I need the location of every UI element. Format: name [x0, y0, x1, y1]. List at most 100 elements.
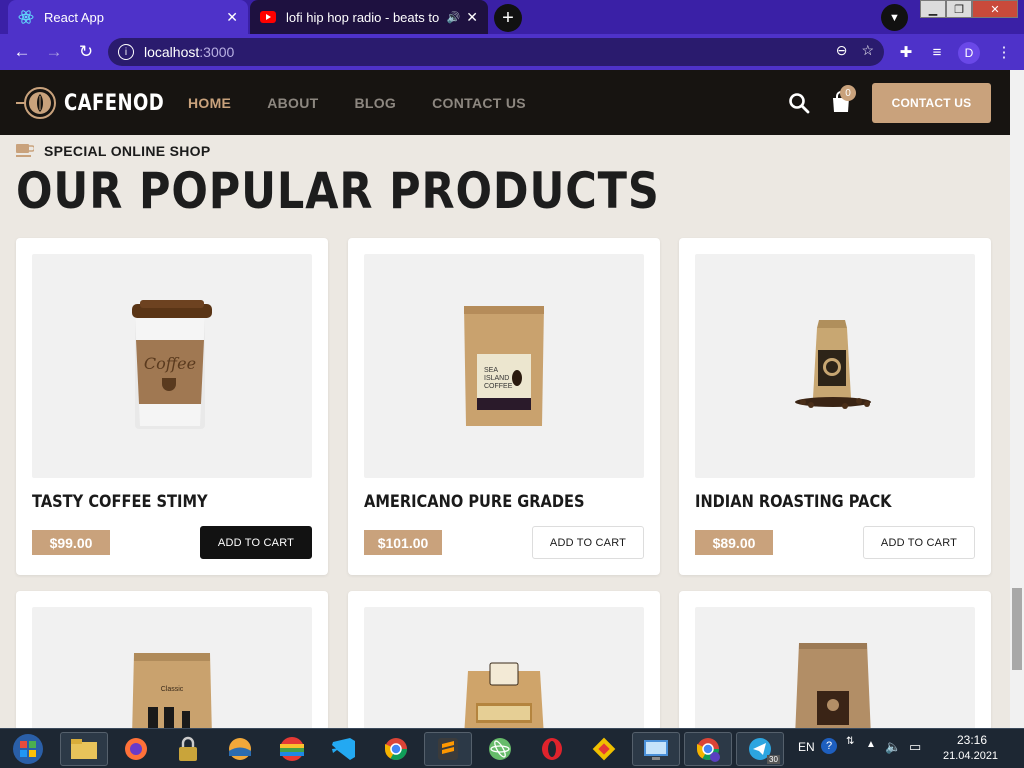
zoom-icon[interactable]: ⊖: [836, 42, 848, 59]
product-card[interactable]: SEA ISLAND COFFEE AMERICANO PURE GRADES …: [348, 238, 660, 575]
arabica-bag-image: [464, 662, 544, 737]
show-hidden-icons-icon[interactable]: ▲: [866, 739, 876, 750]
search-icon[interactable]: [788, 92, 810, 114]
product-image[interactable]: Classic: [32, 607, 312, 737]
tab-react-app[interactable]: React App ✕: [8, 0, 248, 34]
lock-app-icon[interactable]: [164, 732, 212, 766]
product-card[interactable]: [348, 591, 660, 737]
site-header: CAFENOD HOME ABOUT BLOG CONTACT US: [0, 70, 1010, 135]
reload-icon[interactable]: ↻: [74, 40, 98, 64]
tab-search-icon[interactable]: ▼: [881, 4, 908, 31]
site-info-icon[interactable]: i: [118, 44, 134, 60]
minimize-icon[interactable]: ▁: [920, 0, 946, 18]
classic-pouch-image: Classic: [132, 653, 212, 737]
product-image[interactable]: [695, 607, 975, 737]
browser-menu-icon[interactable]: ⋮: [992, 40, 1016, 64]
tab-youtube[interactable]: lofi hip hop radio - beats to r 🔊 ✕: [250, 0, 488, 34]
vscode-icon[interactable]: [320, 732, 368, 766]
youtube-icon: [260, 9, 276, 25]
start-button-icon[interactable]: [4, 732, 52, 766]
main-nav: HOME ABOUT BLOG CONTACT US: [188, 95, 526, 111]
git-app-icon[interactable]: [580, 732, 628, 766]
clock-date[interactable]: 21.04.2021: [943, 750, 998, 762]
back-icon[interactable]: ←: [10, 40, 34, 64]
coffee-cup-icon: [16, 144, 34, 157]
language-indicator[interactable]: EN: [798, 740, 815, 754]
product-image[interactable]: [364, 607, 644, 737]
close-tab-icon[interactable]: ✕: [226, 9, 238, 26]
close-tab-icon[interactable]: ✕: [466, 9, 478, 26]
coffee-cup-logo-icon: [16, 87, 56, 119]
add-to-cart-button[interactable]: ADD TO CART: [863, 526, 975, 559]
chrome-active-icon[interactable]: [684, 732, 732, 766]
opera-icon[interactable]: [528, 732, 576, 766]
network-icon[interactable]: ⇅: [846, 736, 854, 747]
forward-icon[interactable]: →: [42, 40, 66, 64]
notification-icon[interactable]: ▭: [909, 739, 921, 755]
contact-us-button[interactable]: CONTACT US: [872, 83, 991, 123]
clock-time[interactable]: 23:16: [957, 733, 987, 747]
product-card[interactable]: INDIAN ROASTING PACK $89.00 ADD TO CART: [679, 238, 991, 575]
address-bar[interactable]: i localhost:3000 ⊖ ☆: [108, 38, 884, 66]
tab-title: React App: [44, 9, 104, 25]
kraft-bag-image: [795, 643, 871, 737]
section-subtitle: SPECIAL ONLINE SHOP: [16, 143, 210, 159]
coffee-cup-image: Coffee: [132, 300, 212, 429]
extensions-icon[interactable]: ✚: [894, 40, 918, 64]
profile-avatar[interactable]: D: [958, 42, 980, 64]
add-to-cart-button[interactable]: ADD TO CART: [532, 526, 644, 559]
cart-count-badge: 0: [840, 85, 856, 101]
coffee-pouch-image: SEA ISLAND COFFEE: [464, 306, 544, 426]
add-to-cart-button[interactable]: ADD TO CART: [200, 526, 312, 559]
bookmark-star-icon[interactable]: ☆: [861, 42, 874, 59]
chrome-icon[interactable]: [372, 732, 420, 766]
nav-about[interactable]: ABOUT: [267, 95, 318, 111]
svg-text:Classic: Classic: [161, 686, 184, 693]
weather-app-icon[interactable]: [216, 732, 264, 766]
product-card[interactable]: Coffee TASTY COFFEE STIMY $99.00 ADD TO …: [16, 238, 328, 575]
browser-toolbar: ← → ↻ i localhost:3000 ⊖ ☆ ✚ ≡ D ⋮: [0, 34, 1024, 70]
atom-icon[interactable]: [476, 732, 524, 766]
nav-blog[interactable]: BLOG: [354, 95, 396, 111]
volume-icon[interactable]: 🔈: [885, 739, 901, 755]
file-explorer-icon[interactable]: [60, 732, 108, 766]
product-price: $101.00: [364, 530, 442, 555]
svg-text:Coffee: Coffee: [144, 354, 196, 373]
svg-text:COFFEE: COFFEE: [484, 383, 513, 390]
browser-tab-strip: React App ✕ lofi hip hop radio - beats t…: [0, 0, 1024, 34]
maximize-icon[interactable]: ❐: [946, 0, 972, 18]
svg-text:ISLAND: ISLAND: [484, 375, 509, 382]
tab-title: lofi hip hop radio - beats to r: [286, 9, 441, 25]
nav-contact[interactable]: CONTACT US: [432, 95, 526, 111]
firefox-icon[interactable]: [112, 732, 160, 766]
windows-taskbar: 30 EN ? ⇅ ▲ 🔈 ▭ 23:16 21.04.2021: [0, 728, 1024, 768]
sublime-text-icon[interactable]: [424, 732, 472, 766]
product-price: $99.00: [32, 530, 110, 555]
site-logo[interactable]: CAFENOD: [16, 86, 186, 120]
new-tab-button[interactable]: +: [494, 4, 522, 32]
close-window-icon[interactable]: ✕: [972, 0, 1018, 18]
product-image[interactable]: Coffee: [32, 254, 312, 478]
product-image[interactable]: [695, 254, 975, 478]
product-name[interactable]: AMERICANO PURE GRADES: [364, 492, 584, 512]
product-name[interactable]: INDIAN ROASTING PACK: [695, 492, 892, 512]
product-name[interactable]: TASTY COFFEE STIMY: [32, 492, 208, 512]
media-control-icon[interactable]: ≡: [925, 40, 949, 64]
product-image[interactable]: SEA ISLAND COFFEE: [364, 254, 644, 478]
subtitle-text: SPECIAL ONLINE SHOP: [44, 143, 211, 159]
scrollbar-thumb[interactable]: [1012, 588, 1022, 670]
control-panel-icon[interactable]: [632, 732, 680, 766]
audio-icon[interactable]: 🔊: [447, 11, 461, 24]
url-port: :3000: [199, 44, 235, 60]
page-scrollbar[interactable]: [1010, 70, 1024, 728]
help-icon[interactable]: ?: [821, 738, 837, 754]
nav-home[interactable]: HOME: [188, 95, 231, 111]
brand-name: CAFENOD: [64, 90, 165, 116]
product-card[interactable]: [679, 591, 991, 737]
telegram-icon[interactable]: 30: [736, 732, 784, 766]
section-title: OUR POPULAR PRODUCTS: [16, 162, 660, 220]
svg-text:SEA: SEA: [484, 367, 498, 374]
product-card[interactable]: Classic: [16, 591, 328, 737]
color-app-icon[interactable]: [268, 732, 316, 766]
coffee-bag-beans-image: [795, 320, 871, 409]
